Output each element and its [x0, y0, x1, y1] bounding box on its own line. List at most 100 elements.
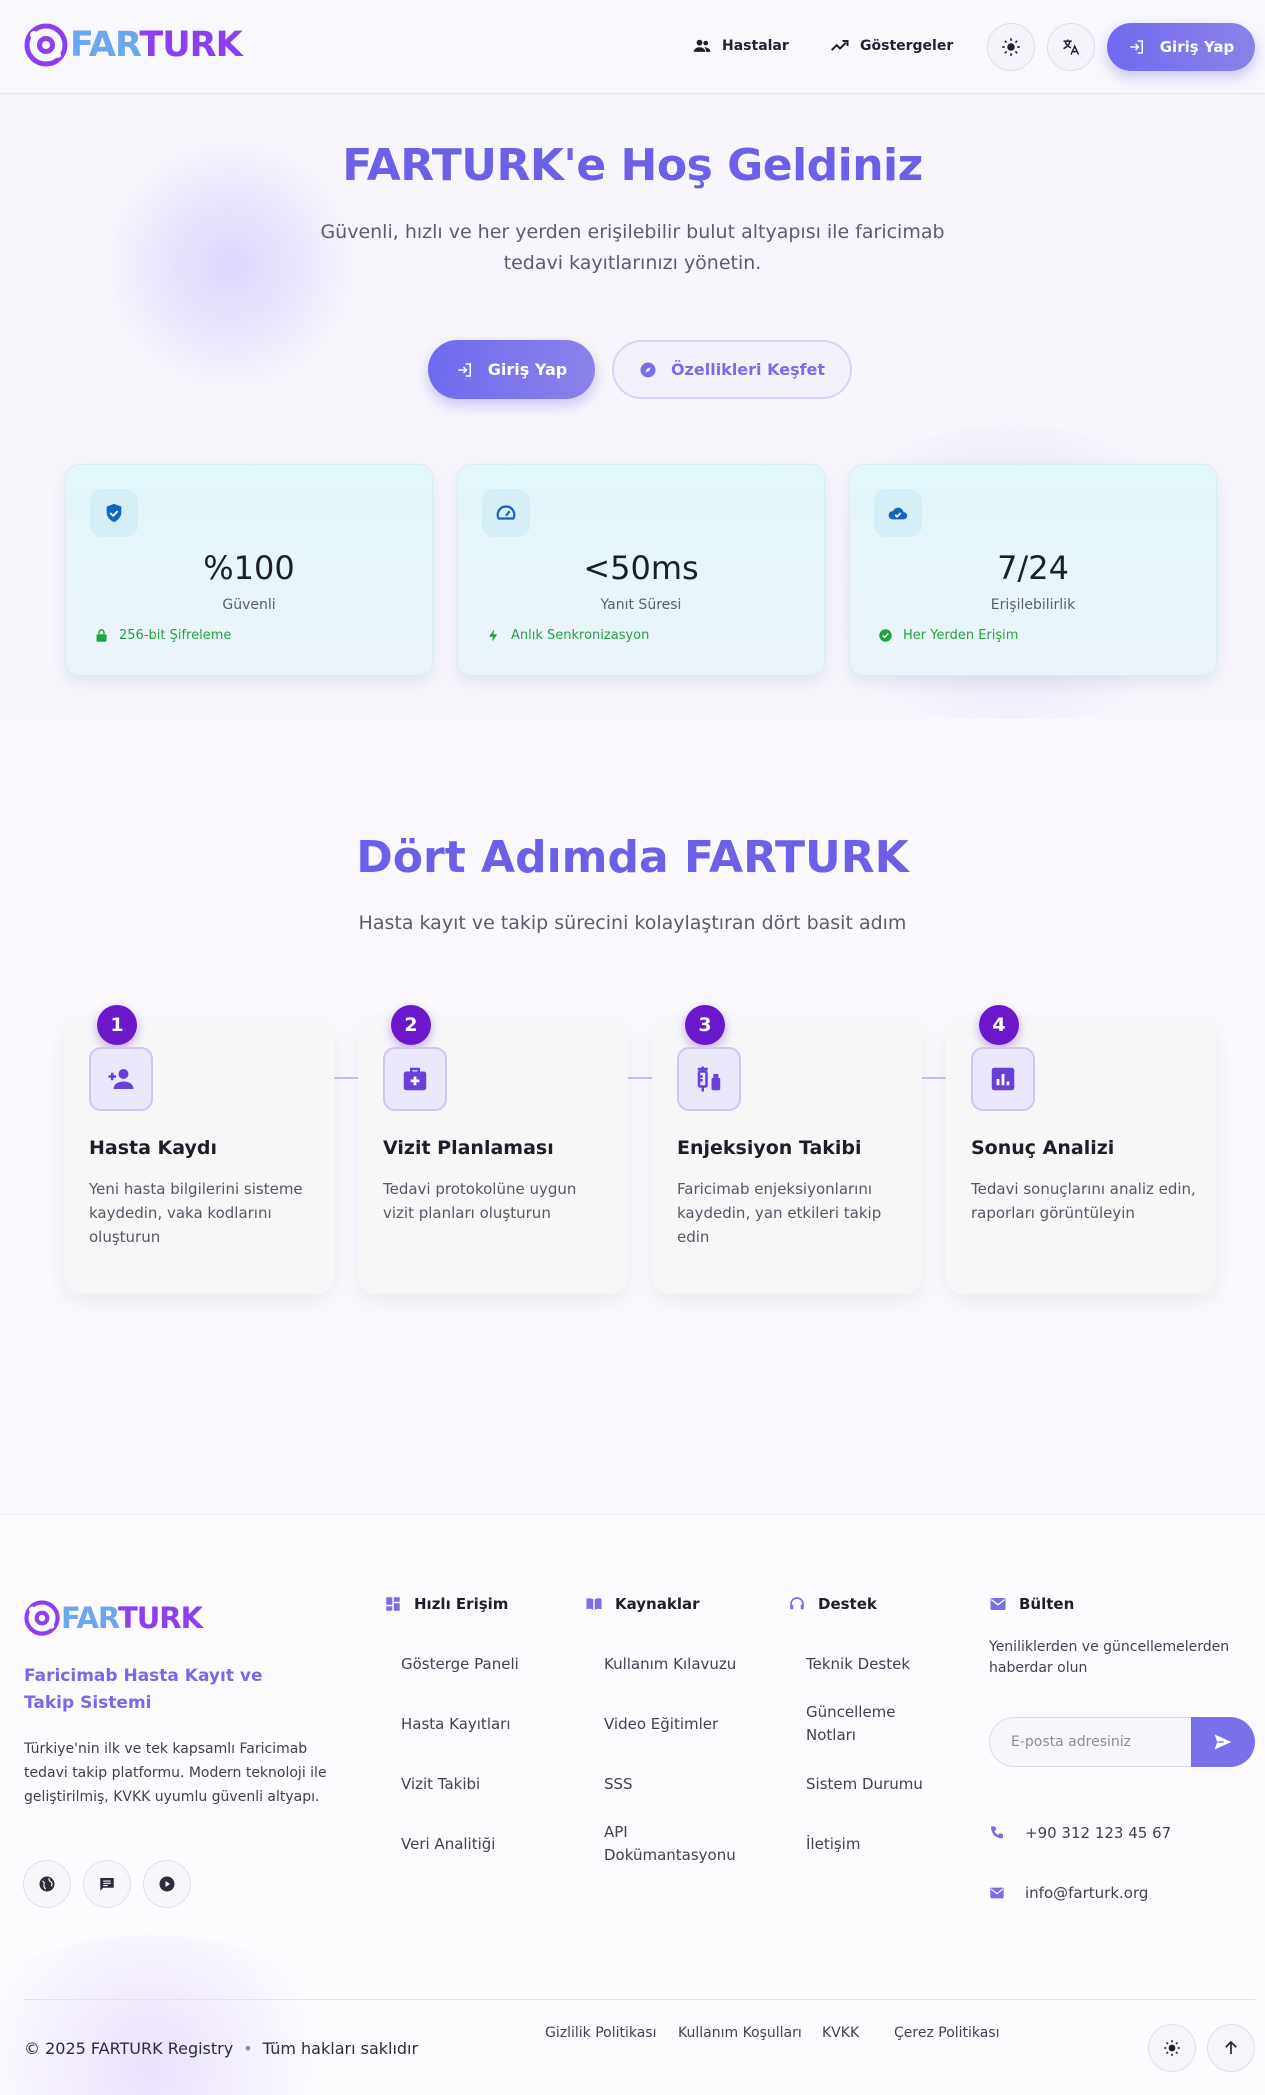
stat-label: Yanıt Süresi — [600, 597, 682, 613]
nav-hastalar[interactable]: Hastalar — [692, 30, 789, 62]
steps-title: Dört Adımda FARTURK — [356, 832, 909, 883]
step-title: Enjeksiyon Takibi — [677, 1137, 862, 1159]
footer-col-newsletter: Bülten — [989, 1595, 1074, 1613]
footer-link[interactable]: Kullanım Kılavuzu — [604, 1653, 736, 1676]
hero-title: FARTURK'e Hoş Geldiniz — [342, 140, 923, 191]
footer-link[interactable]: Hasta Kayıtları — [401, 1713, 511, 1736]
step-card-3: 3 Enjeksiyon Takibi Faricimab enjeksiyon… — [652, 1005, 922, 1294]
arrow-up-icon — [1225, 2040, 1237, 2054]
chat-icon — [100, 1878, 114, 1891]
top-navbar: FARTURK Hastalar Göstergeler Giriş Yap — [0, 0, 1265, 94]
footer: FARTURK Faricimab Hasta Kayıt ve Takip S… — [0, 1514, 1265, 2095]
footer-divider — [24, 1999, 1255, 2000]
header-login-button[interactable]: Giriş Yap — [1107, 23, 1255, 71]
step-card-1: 1 Hasta Kaydı Yeni hasta bilgilerini sis… — [64, 1005, 334, 1294]
footer-link[interactable]: İletişim — [806, 1833, 860, 1856]
mail-icon — [990, 1887, 1004, 1899]
step-card-2: 2 Vizit Planlaması Tedavi protokolüne uy… — [358, 1005, 628, 1294]
nav-gostergeler-label: Göstergeler — [860, 38, 954, 54]
footer-link[interactable]: Veri Analitiği — [401, 1833, 495, 1856]
speedometer-icon — [496, 505, 516, 520]
login-icon — [458, 362, 471, 377]
social-website-button[interactable] — [23, 1860, 71, 1908]
step-number-badge: 3 — [685, 1005, 725, 1045]
contact-email[interactable]: info@farturk.org — [989, 1884, 1148, 1902]
footer-link[interactable]: Sistem Durumu — [806, 1773, 923, 1796]
compass-icon — [640, 362, 656, 377]
step-description: Tedavi protokolüne uygun vizit planları … — [383, 1180, 577, 1222]
person-add-icon — [108, 1069, 134, 1089]
brand-logo[interactable]: FARTURK — [24, 23, 243, 67]
step-connector — [922, 1077, 946, 1079]
header-login-label: Giriş Yap — [1159, 38, 1235, 56]
stat-card-availability: 7/24 Erişilebilirlik Her Yerden Erişim — [849, 464, 1217, 676]
step-card-4: 4 Sonuç Analizi Tedavi sonuçlarını anali… — [946, 1005, 1216, 1294]
legal-link-terms[interactable]: Kullanım Koşulları — [678, 2025, 802, 2041]
login-icon — [1130, 40, 1143, 54]
step-number-badge: 1 — [97, 1005, 137, 1045]
book-icon — [586, 1598, 602, 1610]
language-button[interactable] — [1047, 23, 1095, 71]
step-connector — [334, 1077, 358, 1079]
nav-hastalar-label: Hastalar — [722, 38, 789, 54]
scroll-to-top-button[interactable] — [1207, 2024, 1255, 2072]
globe-icon — [39, 1876, 55, 1892]
step-number-badge: 4 — [979, 1005, 1019, 1045]
footer-brand-logo[interactable]: FARTURK — [24, 1600, 203, 1636]
hero-login-button[interactable]: Giriş Yap — [428, 340, 595, 399]
nav-gostergeler[interactable]: Göstergeler — [830, 30, 953, 62]
legal-link-cookies[interactable]: Çerez Politikası — [894, 2025, 1000, 2041]
newsletter-email-input[interactable] — [989, 1717, 1203, 1767]
trend-icon — [830, 40, 849, 51]
stat-value: <50ms — [583, 549, 699, 587]
footer-theme-toggle-button[interactable] — [1148, 2024, 1196, 2072]
steps-subtitle: Hasta kayıt ve takip sürecini kolaylaştı… — [358, 912, 907, 934]
logo-far-text: FAR — [61, 1601, 119, 1635]
logo-far-text: FAR — [70, 25, 140, 65]
stat-label: Güvenli — [222, 597, 276, 613]
logo-turk-text: TURK — [117, 1601, 203, 1635]
social-chat-button[interactable] — [83, 1860, 131, 1908]
analytics-icon — [991, 1067, 1015, 1091]
footer-link[interactable]: Güncelleme Notları — [806, 1701, 936, 1747]
legal-link-kvkk[interactable]: KVKK — [822, 2025, 859, 2041]
legal-link-privacy[interactable]: Gizlilik Politikası — [545, 2025, 657, 2041]
headset-icon — [790, 1597, 804, 1610]
footer-link[interactable]: Vizit Takibi — [401, 1773, 480, 1796]
social-video-button[interactable] — [143, 1860, 191, 1908]
contact-phone[interactable]: +90 312 123 45 67 — [989, 1824, 1171, 1842]
theme-toggle-button[interactable] — [987, 23, 1035, 71]
stat-footnote: Her Yerden Erişim — [878, 628, 1018, 643]
footer-link[interactable]: Teknik Destek — [806, 1653, 910, 1676]
step-description: Yeni hasta bilgilerini sisteme kaydedin,… — [89, 1180, 303, 1246]
dashboard-icon — [386, 1597, 400, 1611]
stat-footnote: Anlık Senkronizasyon — [486, 628, 649, 643]
newsletter-submit-button[interactable] — [1191, 1717, 1255, 1767]
newsletter-note: Yeniliklerden ve güncellemelerden haberd… — [989, 1639, 1230, 1676]
vaccine-icon — [697, 1066, 721, 1092]
bolt-icon — [489, 629, 498, 642]
logo-mark-icon — [24, 23, 68, 67]
footer-description: Türkiye'nin ilk ve tek kapsamlı Faricima… — [24, 1741, 327, 1805]
sun-icon — [1164, 2040, 1180, 2056]
explore-features-button[interactable]: Özellikleri Keşfet — [612, 340, 852, 399]
step-connector — [628, 1077, 652, 1079]
stat-card-response: <50ms Yanıt Süresi Anlık Senkronizasyon — [457, 464, 825, 676]
shield-icon — [106, 503, 122, 523]
mail-icon — [990, 1598, 1006, 1610]
step-number-badge: 2 — [391, 1005, 431, 1045]
step-title: Hasta Kaydı — [89, 1137, 218, 1159]
footer-link[interactable]: Video Eğitimler — [604, 1713, 718, 1736]
logo-mark-icon — [24, 1600, 60, 1636]
stat-label: Erişilebilirlik — [990, 597, 1076, 613]
people-icon — [693, 39, 711, 52]
check-circle-icon — [879, 629, 892, 642]
hero-subtitle: Güvenli, hızlı ve her yerden erişilebili… — [320, 221, 945, 274]
phone-icon — [991, 1826, 1003, 1839]
copyright: © 2025 FARTURK Registry • Tüm hakları sa… — [24, 2039, 419, 2058]
footer-link[interactable]: API Dokümantasyonu — [604, 1821, 744, 1867]
send-icon — [1214, 1734, 1232, 1750]
footer-link[interactable]: Gösterge Paneli — [401, 1653, 519, 1676]
translate-icon — [1063, 39, 1080, 55]
footer-link[interactable]: SSS — [604, 1773, 633, 1796]
